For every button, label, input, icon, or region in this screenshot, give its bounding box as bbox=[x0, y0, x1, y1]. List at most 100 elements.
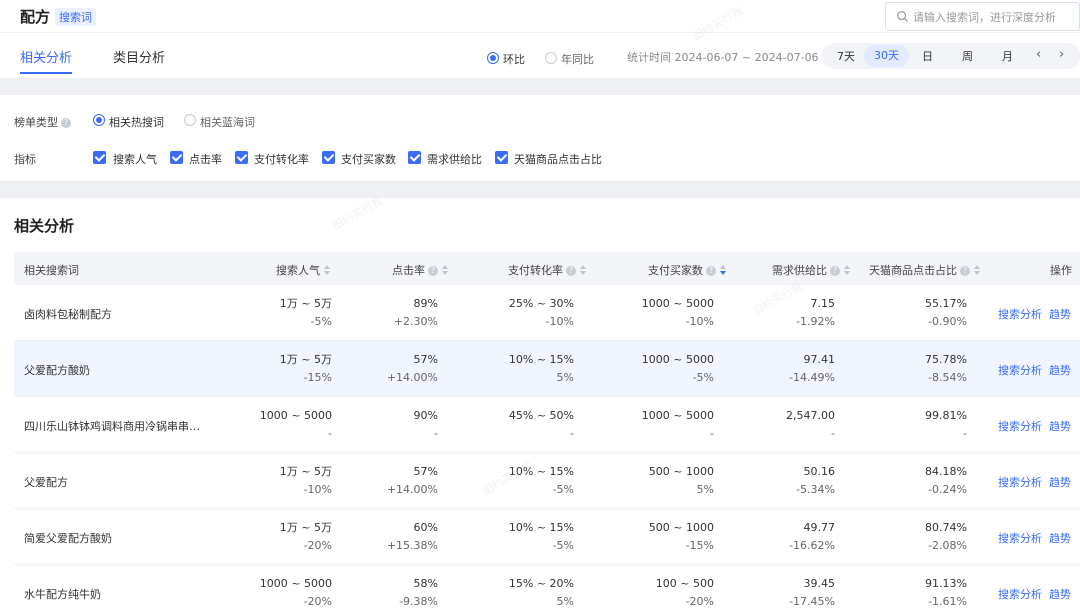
trend-link[interactable]: 趋势 bbox=[1049, 418, 1071, 434]
metric-checkbox-search-popularity[interactable] bbox=[93, 151, 106, 164]
help-icon[interactable]: ? bbox=[428, 266, 438, 276]
metric-checkbox-ctr[interactable] bbox=[170, 151, 183, 164]
cell-change: -1.92% bbox=[796, 315, 835, 328]
cell-value: 2,547.00 bbox=[786, 409, 835, 422]
help-icon[interactable]: ? bbox=[61, 118, 71, 128]
metric-checkbox-conversion[interactable] bbox=[235, 151, 248, 164]
sort-icon[interactable] bbox=[580, 265, 587, 275]
cell-search-popularity: 1000 ~ 5000 -20% bbox=[260, 576, 332, 610]
metric-label-ctr[interactable]: 点击率 bbox=[189, 151, 222, 167]
rank-type-radio-hot[interactable] bbox=[93, 114, 105, 126]
help-icon[interactable]: ? bbox=[960, 266, 970, 276]
search-input[interactable] bbox=[913, 7, 1073, 27]
search-analysis-link[interactable]: 搜索分析 bbox=[998, 306, 1042, 322]
trend-link[interactable]: 趋势 bbox=[1049, 362, 1071, 378]
keyword-cell[interactable]: 水牛配方纯牛奶 bbox=[24, 586, 101, 602]
metric-label-tmall-click[interactable]: 天猫商品点击占比 bbox=[514, 151, 602, 167]
sort-icon[interactable] bbox=[974, 265, 981, 275]
col-buyers-text: 支付买家数 bbox=[648, 264, 703, 277]
col-conversion[interactable]: 支付转化率? bbox=[508, 262, 587, 278]
page-title: 配方 bbox=[20, 8, 51, 26]
cell-ctr: 89% +2.30% bbox=[394, 296, 438, 330]
cell-value: 100 ~ 500 bbox=[655, 577, 714, 590]
period-month[interactable]: 月 bbox=[1002, 48, 1013, 64]
tab-related-analysis[interactable]: 相关分析 bbox=[20, 47, 72, 66]
cell-ctr: 57% +14.00% bbox=[387, 352, 438, 386]
cell-value: 1000 ~ 5000 bbox=[259, 409, 332, 422]
col-tmall-click[interactable]: 天猫商品点击占比? bbox=[869, 262, 981, 278]
keyword-cell[interactable]: 四川乐山钵钵鸡调料商用冷锅串串… bbox=[24, 418, 200, 434]
cell-value: 84.18% bbox=[925, 465, 967, 478]
cell-value: 1万 ~ 5万 bbox=[279, 465, 332, 478]
cell-change: +15.38% bbox=[386, 539, 438, 552]
next-arrow-icon[interactable]: › bbox=[1059, 47, 1064, 62]
cell-tmall-click: 99.81% - bbox=[925, 408, 967, 442]
period-week[interactable]: 周 bbox=[962, 48, 973, 64]
prev-arrow-icon[interactable]: ‹ bbox=[1036, 47, 1041, 62]
col-demand-supply[interactable]: 需求供给比? bbox=[772, 262, 851, 278]
trend-link[interactable]: 趋势 bbox=[1049, 474, 1071, 490]
col-buyers[interactable]: 支付买家数? bbox=[648, 262, 727, 278]
cell-value: 1万 ~ 5万 bbox=[279, 353, 332, 366]
metric-label-conversion[interactable]: 支付转化率 bbox=[254, 151, 309, 167]
help-icon[interactable]: ? bbox=[566, 266, 576, 276]
metric-label-search-popularity[interactable]: 搜索人气 bbox=[113, 151, 157, 167]
search-analysis-link[interactable]: 搜索分析 bbox=[998, 362, 1042, 378]
keyword-cell[interactable]: 简爱父爱配方酸奶 bbox=[24, 530, 112, 546]
search-analysis-link[interactable]: 搜索分析 bbox=[998, 418, 1042, 434]
cell-ctr: 90% - bbox=[414, 408, 438, 442]
search-analysis-link[interactable]: 搜索分析 bbox=[998, 586, 1042, 602]
col-ctr[interactable]: 点击率? bbox=[392, 262, 449, 278]
compare-label-yoy[interactable]: 年同比 bbox=[561, 51, 594, 67]
sort-icon[interactable] bbox=[844, 265, 851, 275]
rank-type-label-blue[interactable]: 相关蓝海词 bbox=[200, 114, 255, 130]
period-30d[interactable]: 30天 bbox=[864, 45, 909, 67]
trend-link[interactable]: 趋势 bbox=[1049, 530, 1071, 546]
metric-label: 指标 bbox=[14, 153, 36, 166]
cell-change: - bbox=[328, 427, 332, 440]
cell-change: +14.00% bbox=[386, 483, 438, 496]
period-7d[interactable]: 7天 bbox=[837, 48, 855, 64]
help-icon[interactable]: ? bbox=[706, 266, 716, 276]
sort-icon[interactable] bbox=[442, 265, 449, 275]
cell-demand-supply: 49.77 -16.62% bbox=[789, 520, 835, 554]
period-day[interactable]: 日 bbox=[922, 48, 933, 64]
cell-value: 58% bbox=[413, 577, 438, 590]
compare-radio-mom[interactable] bbox=[487, 52, 499, 64]
tab-category-analysis[interactable]: 类目分析 bbox=[113, 47, 165, 66]
cell-tmall-click: 91.13% -1.61% bbox=[925, 576, 967, 610]
cell-demand-supply: 2,547.00 - bbox=[786, 408, 835, 442]
col-demand-supply-text: 需求供给比 bbox=[772, 264, 827, 277]
sort-desc-icon[interactable] bbox=[720, 265, 727, 275]
search-analysis-link[interactable]: 搜索分析 bbox=[998, 530, 1042, 546]
metric-label-buyers[interactable]: 支付买家数 bbox=[341, 151, 396, 167]
compare-label-mom[interactable]: 环比 bbox=[503, 51, 525, 67]
metric-checkbox-buyers[interactable] bbox=[322, 151, 335, 164]
metric-label-demand-supply[interactable]: 需求供给比 bbox=[427, 151, 482, 167]
trend-link[interactable]: 趋势 bbox=[1049, 586, 1071, 602]
keyword-cell[interactable]: 父爱配方酸奶 bbox=[24, 362, 90, 378]
cell-value: 50.16 bbox=[803, 465, 836, 478]
search-analysis-link[interactable]: 搜索分析 bbox=[998, 474, 1042, 490]
sort-icon[interactable] bbox=[324, 265, 331, 275]
cell-value: 89% bbox=[413, 297, 438, 310]
cell-change: -0.90% bbox=[928, 315, 967, 328]
compare-radio-yoy[interactable] bbox=[545, 52, 557, 64]
cell-change: -20% bbox=[685, 595, 714, 608]
table-row: 父爱配方 1万 ~ 5万 -10% 57% +14.00% 10% ~ 15% -5% 500… bbox=[14, 453, 1080, 509]
cell-value: 60% bbox=[413, 521, 438, 534]
rank-type-label-hot[interactable]: 相关热搜词 bbox=[109, 114, 164, 130]
search-box[interactable] bbox=[885, 2, 1080, 31]
col-search-popularity[interactable]: 搜索人气 bbox=[276, 262, 331, 278]
metric-checkbox-tmall-click[interactable] bbox=[495, 151, 508, 164]
col-tmall-click-text: 天猫商品点击占比 bbox=[869, 264, 957, 277]
keyword-cell[interactable]: 卤肉料包秘制配方 bbox=[24, 306, 112, 322]
col-conversion-text: 支付转化率 bbox=[508, 264, 563, 277]
metric-checkbox-demand-supply[interactable] bbox=[408, 151, 421, 164]
help-icon[interactable]: ? bbox=[830, 266, 840, 276]
cell-value: 57% bbox=[413, 465, 438, 478]
trend-link[interactable]: 趋势 bbox=[1049, 306, 1071, 322]
keyword-cell[interactable]: 父爱配方 bbox=[24, 474, 68, 490]
col-ctr-text: 点击率 bbox=[392, 264, 425, 277]
rank-type-radio-blue[interactable] bbox=[184, 114, 196, 126]
